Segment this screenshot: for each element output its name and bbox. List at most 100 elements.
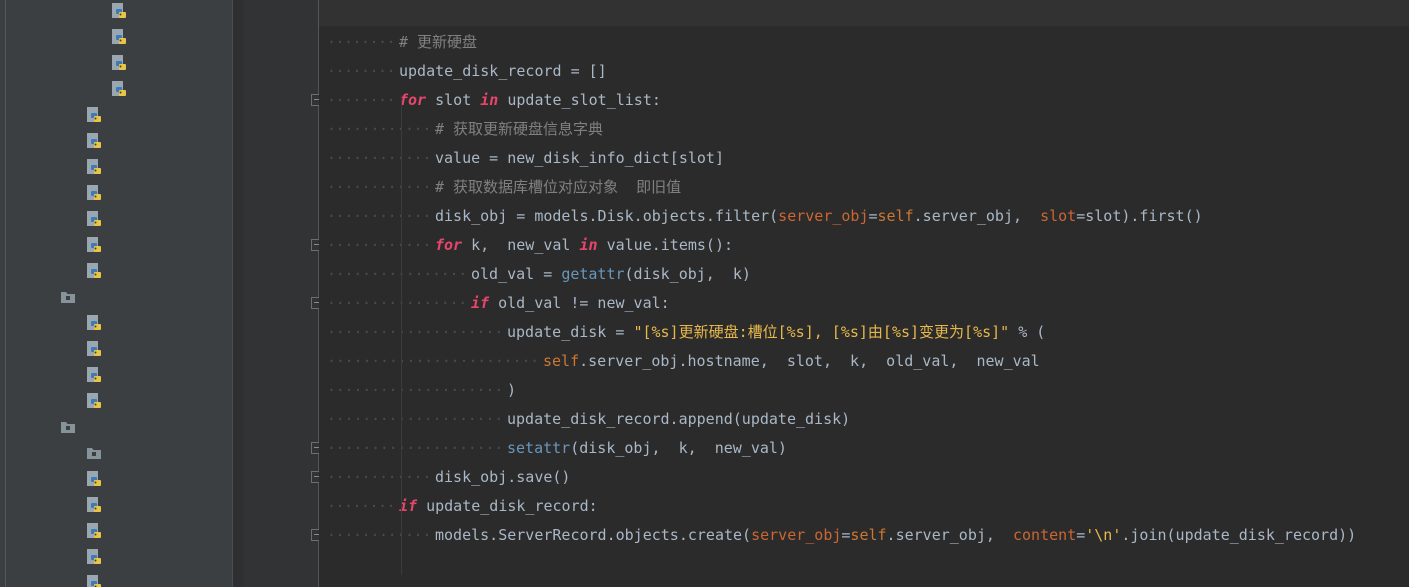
code-token: update_disk_record.append(update_disk) (507, 410, 851, 428)
tree-item[interactable] (0, 360, 232, 386)
code-line[interactable]: ········ # 更新硬盘 (319, 28, 1409, 57)
whitespace-dots: ············ (327, 468, 431, 486)
whitespace-dots: ···················· (327, 323, 503, 341)
panel-splitter[interactable] (232, 0, 244, 587)
code-token: value = new_disk_info_dict[slot] (435, 149, 724, 167)
whitespace-dots: ············ (327, 149, 431, 167)
tree-item[interactable] (0, 256, 232, 282)
tree-item[interactable] (0, 230, 232, 256)
code-line[interactable] (319, 550, 1409, 579)
code-line[interactable]: ············ # 获取数据库槽位对应对象 即旧值 (319, 173, 1409, 202)
line-number-gutter (244, 0, 324, 587)
indent-guide-line (401, 95, 402, 575)
whitespace-dots: ············ (327, 120, 431, 138)
tree-item[interactable] (0, 464, 232, 490)
code-token: = (1076, 526, 1086, 544)
code-token: setattr (507, 439, 571, 457)
code-token: # 更新硬盘 (399, 33, 478, 51)
code-token: disk_obj = models.Disk.objects.filter( (435, 207, 779, 225)
tree-item[interactable] (0, 490, 232, 516)
code-content: if old_val != new_val: (471, 289, 670, 318)
tree-item[interactable] (0, 542, 232, 568)
tree-item[interactable] (0, 152, 232, 178)
tree-item[interactable] (0, 308, 232, 334)
code-token: update_disk = (507, 323, 634, 341)
code-token: self (850, 526, 887, 544)
code-content: value = new_disk_info_dict[slot] (435, 144, 724, 173)
whitespace-dots: ············ (327, 526, 431, 544)
code-token: old_val != new_val: (489, 294, 670, 312)
code-content: self.server_obj.hostname, slot, k, old_v… (543, 347, 1040, 376)
tree-item[interactable] (0, 282, 232, 308)
code-line[interactable]: ············ for k, new_val in value.item… (319, 231, 1409, 260)
code-token: in (579, 236, 598, 254)
python-file-icon (86, 339, 102, 356)
tree-item[interactable] (0, 48, 232, 74)
python-file-icon (86, 183, 102, 200)
code-token: # 获取更新硬盘信息字典 (435, 120, 604, 138)
tree-item[interactable] (0, 516, 232, 542)
code-token: .join(update_disk_record)) (1121, 526, 1357, 544)
tree-item[interactable] (0, 126, 232, 152)
tree-item[interactable] (0, 334, 232, 360)
code-token: self (543, 352, 580, 370)
code-token: server_obj (778, 207, 869, 225)
tree-item[interactable] (0, 74, 232, 100)
code-token: slot (426, 91, 481, 109)
tree-item[interactable] (0, 204, 232, 230)
code-token: self (877, 207, 914, 225)
tree-item[interactable] (0, 386, 232, 412)
tree-item[interactable] (0, 178, 232, 204)
code-token: if (471, 294, 490, 312)
project-tree-panel (0, 0, 232, 587)
code-editor[interactable]: ········ # 更新硬盘 ········ update_disk_record… (319, 0, 1409, 587)
code-token: .server_obj.hostname, slot, k, old_val, … (579, 352, 1040, 370)
tree-item[interactable] (0, 22, 232, 48)
code-line[interactable]: ············ models.ServerRecord.objects.… (319, 521, 1409, 550)
code-token: server_obj (751, 526, 842, 544)
code-line[interactable]: ············ # 获取更新硬盘信息字典 (319, 115, 1409, 144)
code-line[interactable]: ············ disk_obj = models.Disk.objec… (319, 202, 1409, 231)
code-line[interactable] (319, 0, 1409, 28)
code-content: if update_disk_record: (399, 492, 598, 521)
tree-item[interactable] (0, 438, 232, 464)
code-line[interactable]: ················ if old_val != new_val: (319, 289, 1409, 318)
code-content: ) (507, 376, 516, 405)
code-token: old_val = (471, 265, 562, 283)
code-token: for (435, 236, 463, 254)
tree-item[interactable] (0, 412, 232, 438)
code-line[interactable]: ············ value = new_disk_info_dict[s… (319, 144, 1409, 173)
code-line[interactable]: ························ self.server_obj.… (319, 347, 1409, 376)
code-token: .server_obj, (886, 526, 1013, 544)
code-token: update_disk_record = [] (399, 62, 607, 80)
code-line[interactable]: ····················) (319, 376, 1409, 405)
tree-item[interactable] (0, 0, 232, 22)
code-line[interactable]: ···················· setattr(disk_obj, k,… (319, 434, 1409, 463)
code-token: k, new_val (462, 236, 580, 254)
python-file-icon (86, 547, 102, 564)
code-token: "[%s]更新硬盘:槽位[%s], [%s]由[%s]变更为[%s]" (633, 323, 1010, 341)
code-content: models.ServerRecord.objects.create(serve… (435, 521, 1356, 550)
tree-item[interactable] (0, 568, 232, 587)
python-file-icon (86, 157, 102, 174)
code-line[interactable]: ···················· update_disk = "[%s]更… (319, 318, 1409, 347)
code-content: # 获取更新硬盘信息字典 (435, 115, 603, 144)
code-line[interactable]: ············ disk_obj.save() (319, 463, 1409, 492)
whitespace-dots: ················ (327, 294, 467, 312)
python-file-icon (86, 261, 102, 278)
python-file-icon (86, 235, 102, 252)
tree-item[interactable] (0, 100, 232, 126)
code-token: '\n' (1085, 526, 1122, 544)
code-line[interactable]: ················ old_val = getattr(disk_o… (319, 260, 1409, 289)
code-line[interactable]: ···················· update_disk_record.a… (319, 405, 1409, 434)
code-token: (disk_obj, k, new_val) (570, 439, 787, 457)
whitespace-dots: ···················· (327, 381, 503, 399)
code-token: update_disk_record: (417, 497, 598, 515)
code-line[interactable]: ········ update_disk_record = [] (319, 57, 1409, 86)
code-token: disk_obj.save() (435, 468, 571, 486)
code-line[interactable]: ········ if update_disk_record: (319, 492, 1409, 521)
code-line[interactable]: ········ for slot in update_slot_list: (319, 86, 1409, 115)
whitespace-dots: ···················· (327, 410, 503, 428)
code-content: update_disk = "[%s]更新硬盘:槽位[%s], [%s]由[%s… (507, 318, 1045, 347)
python-file-icon (86, 495, 102, 512)
